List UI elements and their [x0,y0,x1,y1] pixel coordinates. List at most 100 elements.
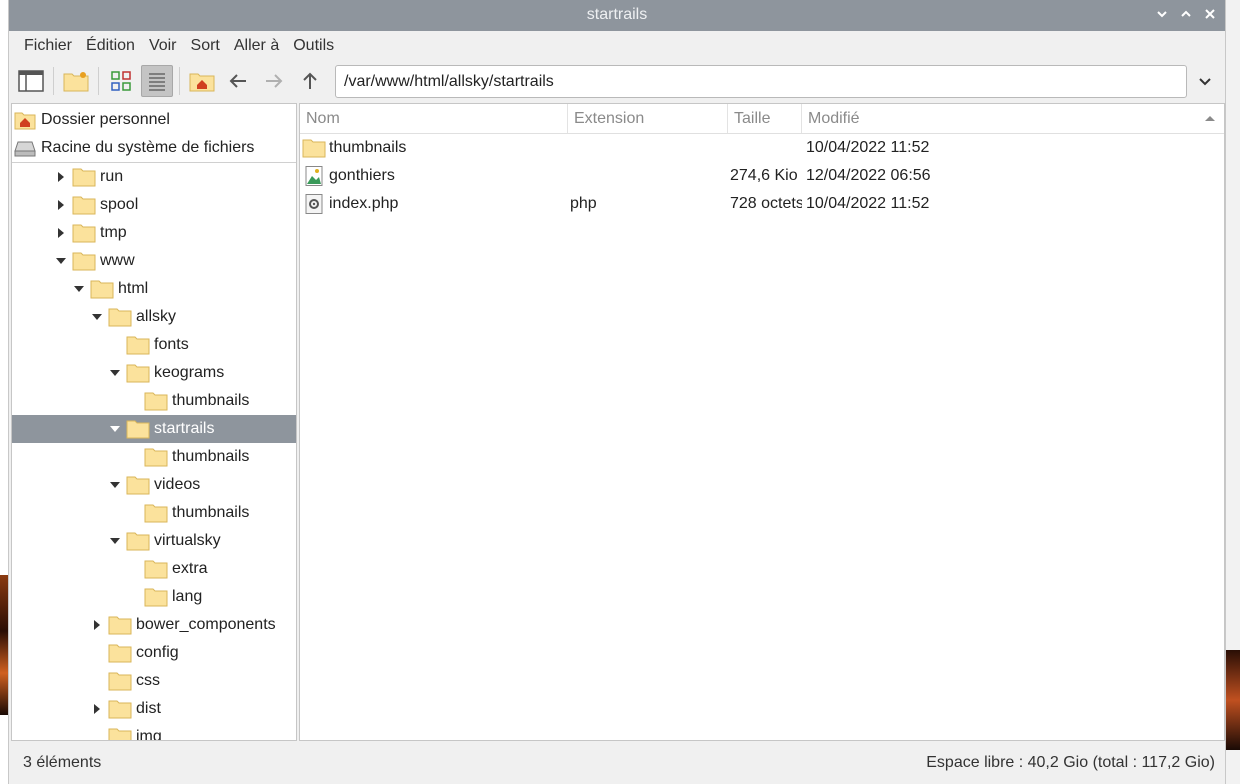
folder-icon [126,335,150,355]
tree-node-label: extra [172,560,208,577]
new-folder-icon [63,72,89,92]
tree-node-label: run [100,168,124,185]
chevron-down-icon [1157,11,1167,18]
file-row[interactable]: gonthiers 274,6 Kio 12/04/2022 06:56 [300,162,1224,190]
toolbar: /var/www/html/allsky/startrails [9,61,1225,101]
address-history-dropdown[interactable] [1193,69,1217,93]
file-row[interactable]: index.php php 728 octets 10/04/2022 11:52 [300,190,1224,218]
folder-icon [126,419,150,439]
drive-icon [14,138,36,158]
toolbar-separator [98,67,99,95]
tree-node[interactable]: spool [12,191,296,219]
menu-outils[interactable]: Outils [286,37,341,55]
menu-fichier[interactable]: Fichier [17,37,79,55]
arrow-left-icon [229,74,246,88]
file-size: 728 octets [730,195,802,212]
file-modified: 12/04/2022 06:56 [806,167,931,184]
file-list-pane: Nom Extension Taille Modifié thumbnails 1… [299,103,1225,741]
column-header-name[interactable]: Nom [300,104,568,133]
menu-sort[interactable]: Sort [184,37,227,55]
folder-icon [144,391,168,411]
arrow-up-icon [303,72,317,89]
menu-edition[interactable]: Édition [79,37,142,55]
desktop-background-right [1224,0,1240,784]
close-icon [1205,9,1215,19]
tree-node[interactable]: startrails [12,415,296,443]
minimize-button[interactable] [1155,5,1169,25]
folder-icon [144,559,168,579]
expander-right-icon[interactable] [54,226,68,240]
parent-folder-button[interactable] [294,65,326,97]
back-button[interactable] [222,65,254,97]
tree-node[interactable]: run [12,163,296,191]
detailed-list-view-button[interactable] [141,65,173,97]
new-tab-button[interactable] [60,65,92,97]
tree-node-label: thumbnails [172,392,250,409]
tree-node[interactable]: bower_components [12,611,296,639]
close-button[interactable] [1203,5,1217,25]
tree-node[interactable]: fonts [12,331,296,359]
place-home[interactable]: Dossier personnel [12,106,296,134]
column-headers: Nom Extension Taille Modifié [300,104,1224,134]
expander-down-icon[interactable] [108,534,122,548]
icon-view-button[interactable] [105,65,137,97]
tree-node[interactable]: tmp [12,219,296,247]
tree-node[interactable]: config [12,639,296,667]
tree-node[interactable]: img [12,723,296,740]
forward-button[interactable] [258,65,290,97]
expander-down-icon[interactable] [108,422,122,436]
title-bar[interactable]: startrails [9,0,1225,31]
folder-icon [108,307,132,327]
menu-aller-a[interactable]: Aller à [227,37,286,55]
column-header-extension[interactable]: Extension [568,104,728,133]
tree-node[interactable]: videos [12,471,296,499]
expander-down-icon[interactable] [108,366,122,380]
tree-node-label: css [136,672,160,689]
tree-node[interactable]: thumbnails [12,387,296,415]
expander-down-icon[interactable] [108,478,122,492]
tree-node[interactable]: thumbnails [12,499,296,527]
expander-down-icon[interactable] [90,310,104,324]
expander-right-icon[interactable] [54,198,68,212]
expander-right-icon[interactable] [90,618,104,632]
file-row[interactable]: thumbnails 10/04/2022 11:52 [300,134,1224,162]
expander-down-icon[interactable] [72,282,86,296]
expander-right-icon[interactable] [54,170,68,184]
menu-voir[interactable]: Voir [142,37,184,55]
column-header-size[interactable]: Taille [728,104,802,133]
tree-node-label: lang [172,588,203,605]
tree-node-label: www [100,252,135,269]
new-window-button[interactable] [15,65,47,97]
tree-node[interactable]: html [12,275,296,303]
folder-icon [108,727,132,740]
places-list: Dossier personnel Racine du système de f… [12,104,296,163]
column-header-modified[interactable]: Modifié [802,104,1224,133]
tree-node[interactable]: www [12,247,296,275]
tree-node[interactable]: extra [12,555,296,583]
address-bar[interactable]: /var/www/html/allsky/startrails [335,65,1187,98]
tree-node-label: bower_components [136,616,276,633]
window-title: startrails [586,6,648,23]
folder-icon [126,475,150,495]
tree-node[interactable]: css [12,667,296,695]
tree-node[interactable]: dist [12,695,296,723]
expander-down-icon[interactable] [54,254,68,268]
home-button[interactable] [186,65,218,97]
tree-node-label: thumbnails [172,448,250,465]
tree-node[interactable]: keograms [12,359,296,387]
file-modified: 10/04/2022 11:52 [806,195,930,212]
place-root[interactable]: Racine du système de fichiers [12,134,296,162]
file-extension: php [570,195,597,212]
folder-icon [302,138,326,158]
tree-node-label: keograms [154,364,225,381]
file-rows: thumbnails 10/04/2022 11:52 gonthiers 274,6… [300,134,1224,218]
expander-right-icon[interactable] [90,702,104,716]
tree-node[interactable]: virtualsky [12,527,296,555]
tree-node[interactable]: allsky [12,303,296,331]
tree-node[interactable]: thumbnails [12,443,296,471]
maximize-button[interactable] [1179,5,1193,25]
tree-node[interactable]: lang [12,583,296,611]
